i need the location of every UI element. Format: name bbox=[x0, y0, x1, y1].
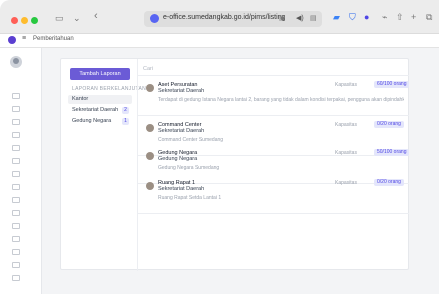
status-badge: 60/100 orang bbox=[374, 81, 410, 88]
minimize-window-button[interactable] bbox=[21, 17, 28, 24]
share-link-icon[interactable]: ⌁ bbox=[382, 12, 387, 23]
list-icon[interactable] bbox=[12, 223, 20, 229]
extension-icon[interactable]: ▰ bbox=[333, 12, 340, 23]
sender-org: Sekretariat Daerah bbox=[158, 186, 205, 192]
maximize-window-button[interactable] bbox=[31, 17, 38, 24]
home-icon[interactable] bbox=[12, 93, 20, 99]
clipboard-icon[interactable] bbox=[12, 236, 20, 242]
inbox-icon[interactable] bbox=[12, 106, 20, 112]
users-icon[interactable] bbox=[12, 132, 20, 138]
status-label: Kapasitas bbox=[335, 122, 357, 128]
help-icon[interactable] bbox=[12, 275, 20, 281]
lock-icon: ▣ bbox=[279, 15, 286, 22]
sender-avatar bbox=[146, 124, 154, 132]
icon-rail bbox=[0, 48, 42, 294]
edit-icon[interactable] bbox=[12, 171, 20, 177]
sender-org: Sekretariat Daerah bbox=[158, 88, 205, 94]
sidebar-toggle-icon[interactable]: ▭ bbox=[55, 12, 64, 24]
address-bar[interactable]: e-office.sumedangkab.go.id/pims/listing … bbox=[144, 11, 322, 27]
message-snippet: Gedung Negara Sumedang bbox=[158, 165, 220, 171]
folder-label: Gedung Negara bbox=[72, 118, 112, 124]
close-window-button[interactable] bbox=[11, 17, 18, 24]
message-snippet: Ruang Rapat Setda Lantai 1 bbox=[158, 195, 222, 201]
tab-bar: ≡ Pemberitahuan bbox=[0, 34, 439, 48]
calendar-icon[interactable] bbox=[12, 145, 20, 151]
title-bar: ▭ ⌄ ‹ e-office.sumedangkab.go.id/pims/li… bbox=[0, 0, 439, 34]
browser-window: ▭ ⌄ ‹ e-office.sumedangkab.go.id/pims/li… bbox=[0, 0, 439, 294]
sender-avatar bbox=[146, 152, 154, 160]
sender-avatar bbox=[146, 182, 154, 190]
mail-icon[interactable] bbox=[12, 184, 20, 190]
folder-item-kantor[interactable]: Kantor bbox=[68, 95, 132, 104]
status-badge: 0/20 orang bbox=[374, 179, 404, 186]
message-snippet: Command Center Sumedang bbox=[158, 137, 224, 143]
url-text: e-office.sumedangkab.go.id/pims/listing bbox=[163, 14, 286, 21]
folder-count-badge: 2 bbox=[122, 107, 129, 114]
menu-icon[interactable]: ≡ bbox=[22, 35, 26, 42]
folder-count-badge: 1 bbox=[122, 118, 129, 125]
shield-extension-icon[interactable]: ⛉ bbox=[349, 12, 356, 23]
avatar[interactable] bbox=[10, 56, 22, 68]
profile-extension-icon[interactable]: ● bbox=[364, 12, 369, 23]
sender-org: Sekretariat Daerah bbox=[158, 128, 205, 134]
speaker-icon[interactable]: ◀) bbox=[296, 14, 304, 22]
status-label: Kapasitas bbox=[335, 180, 357, 186]
status-label: Kapasitas bbox=[335, 150, 357, 156]
folder-item-sekretariat[interactable]: Sekretariat Daerah 2 bbox=[68, 106, 132, 115]
archive-icon[interactable] bbox=[12, 158, 20, 164]
app-logo-icon bbox=[8, 36, 16, 44]
tabs-overview-icon[interactable]: ⧉ bbox=[426, 12, 432, 23]
bell-icon[interactable] bbox=[12, 249, 20, 255]
reader-icon[interactable]: ▤ bbox=[310, 14, 317, 22]
list-item[interactable]: Ruang Rapat 1 Sekretariat Daerah Ruang R… bbox=[137, 174, 409, 214]
sender-avatar bbox=[146, 84, 154, 92]
status-badge: 0/20 orang bbox=[374, 121, 404, 128]
message-snippet: Terdapat di gedung Istana Negara lantai … bbox=[158, 97, 404, 103]
site-shield-icon bbox=[150, 14, 159, 23]
tab-title[interactable]: Pemberitahuan bbox=[33, 36, 74, 42]
compose-button[interactable]: Tambah Laporan bbox=[70, 68, 130, 80]
folder-label: Kantor bbox=[72, 96, 89, 102]
share-icon[interactable]: ⇧ bbox=[396, 12, 404, 23]
list-item[interactable]: Aset Persuratan Sekretariat Daerah Terda… bbox=[137, 76, 410, 116]
folder-icon[interactable] bbox=[12, 210, 20, 216]
folder-item-gedung[interactable]: Gedung Negara 1 bbox=[68, 117, 132, 126]
folder-label: Sekretariat Daerah bbox=[72, 107, 119, 113]
status-badge: 50/100 orang bbox=[374, 149, 410, 156]
status-label: Kapasitas bbox=[335, 82, 357, 88]
search-input[interactable]: Cari bbox=[143, 66, 153, 72]
chart-icon[interactable] bbox=[12, 197, 20, 203]
new-tab-icon[interactable]: + bbox=[411, 12, 416, 23]
sender-org: Gedung Negara bbox=[158, 156, 198, 162]
settings-icon[interactable] bbox=[12, 262, 20, 268]
document-icon[interactable] bbox=[12, 119, 20, 125]
back-icon[interactable]: ‹ bbox=[94, 10, 98, 22]
chevron-down-icon[interactable]: ⌄ bbox=[73, 12, 81, 24]
mail-panel: Tambah Laporan LAPORAN BERKELANJUTAN Kan… bbox=[60, 58, 410, 271]
section-label: LAPORAN BERKELANJUTAN bbox=[72, 86, 147, 92]
